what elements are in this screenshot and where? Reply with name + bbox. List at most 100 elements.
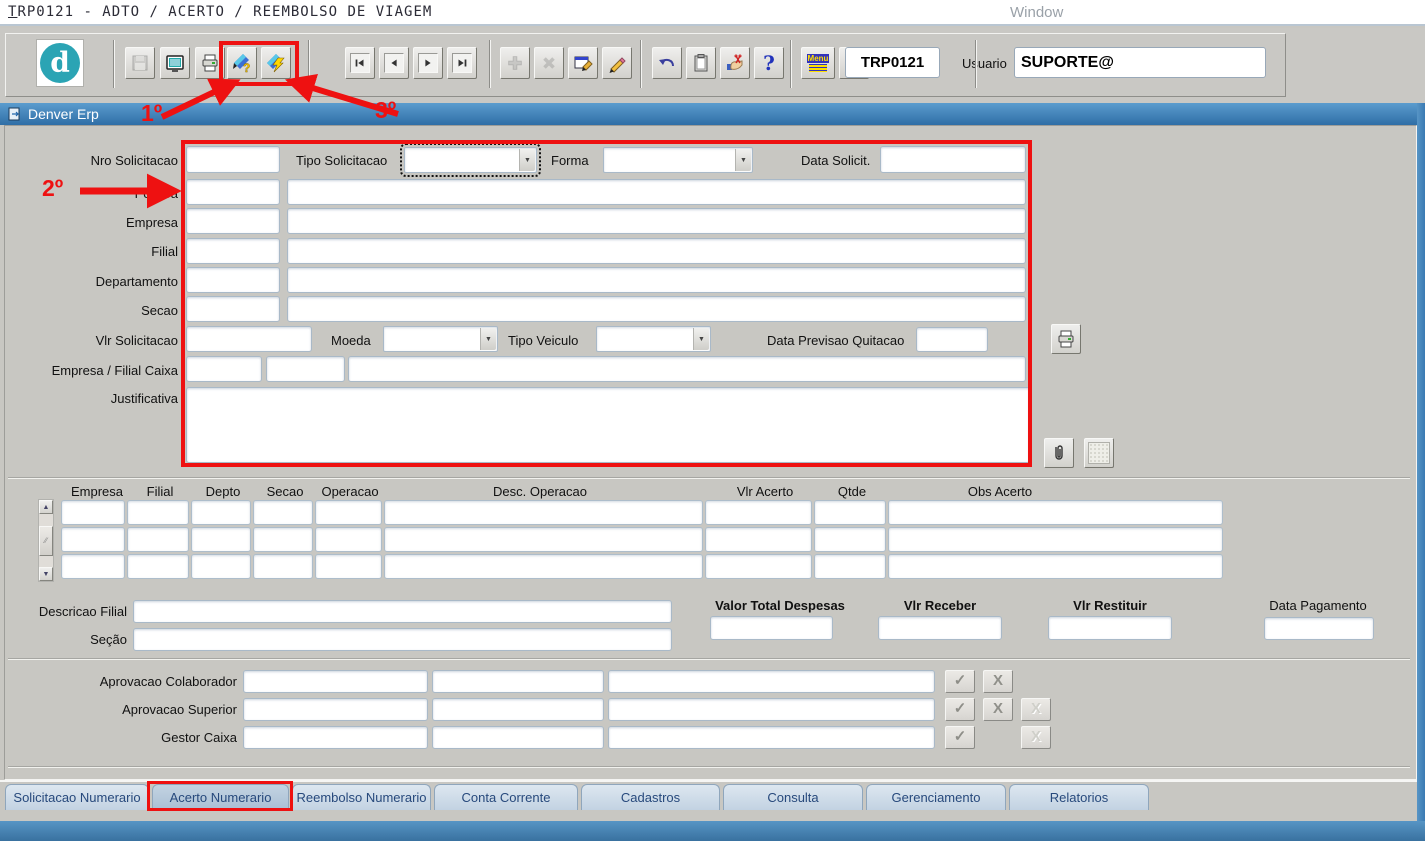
scroll-down-icon[interactable]: ▼ (39, 567, 53, 581)
data-pagamento-input[interactable] (1264, 617, 1374, 640)
secao-code-input[interactable] (186, 296, 280, 322)
data-previsao-quitacao-input[interactable] (916, 327, 988, 352)
tab-cadastros[interactable]: Cadastros (581, 784, 720, 810)
gestor-caixa-input-2[interactable] (432, 726, 604, 749)
grid-cell[interactable] (814, 527, 886, 552)
edit-window-button[interactable] (568, 47, 598, 79)
aprovacao-superior-input-3[interactable] (608, 698, 935, 721)
grid-cell[interactable] (384, 554, 703, 579)
gestor-cancel-button[interactable]: X (1021, 726, 1051, 749)
insert-record-button[interactable] (500, 47, 530, 79)
vlr-receber-input[interactable] (878, 616, 1002, 640)
aprovacao-superior-input-1[interactable] (243, 698, 428, 721)
filial-desc-input[interactable] (287, 238, 1026, 264)
print-request-button[interactable] (1051, 324, 1081, 354)
gestor-caixa-input-1[interactable] (243, 726, 428, 749)
filial-code-input[interactable] (186, 238, 280, 264)
aprovacao-colaborador-input-1[interactable] (243, 670, 428, 693)
print-button[interactable] (195, 47, 225, 79)
grid-cell[interactable] (705, 500, 812, 525)
colaborador-approve-button[interactable]: ✓ (945, 670, 975, 693)
grid-cell[interactable] (315, 527, 382, 552)
save-button[interactable] (125, 47, 155, 79)
aprovacao-colaborador-input-2[interactable] (432, 670, 604, 693)
grid-cell[interactable] (384, 527, 703, 552)
aprovacao-superior-input-2[interactable] (432, 698, 604, 721)
vlr-restituir-input[interactable] (1048, 616, 1172, 640)
tab-conta-corrente[interactable]: Conta Corrente (434, 784, 578, 810)
tab-reembolso-numerario[interactable]: Reembolso Numerario (292, 784, 431, 810)
delete-record-button[interactable] (534, 47, 564, 79)
tab-gerenciamento[interactable]: Gerenciamento (866, 784, 1006, 810)
menu-button[interactable]: Menu (801, 47, 835, 79)
grid-cell[interactable] (888, 500, 1223, 525)
enter-query-button[interactable]: ? (227, 47, 257, 79)
pencil-button[interactable] (602, 47, 632, 79)
grid-cell[interactable] (384, 500, 703, 525)
grid-cell[interactable] (127, 554, 189, 579)
first-record-button[interactable] (345, 47, 375, 79)
grid-cell[interactable] (61, 500, 125, 525)
justificativa-textarea[interactable] (186, 387, 1030, 463)
grid-cell[interactable] (315, 554, 382, 579)
superior-approve-button[interactable]: ✓ (945, 698, 975, 721)
data-solicit-input[interactable] (880, 146, 1026, 173)
aprovacao-colaborador-input-3[interactable] (608, 670, 935, 693)
grid-cell[interactable] (814, 554, 886, 579)
grid-cell[interactable] (705, 554, 812, 579)
gestor-approve-button[interactable]: ✓ (945, 726, 975, 749)
grid-cell[interactable] (191, 527, 251, 552)
screen-button[interactable] (160, 47, 190, 79)
grid-cell[interactable] (127, 527, 189, 552)
filial-caixa-input[interactable] (266, 356, 345, 382)
grid-cell[interactable] (253, 554, 313, 579)
tab-acerto-numerario[interactable]: Acerto Numerario (152, 784, 289, 810)
empresa-code-input[interactable] (186, 208, 280, 234)
gestor-caixa-input-3[interactable] (608, 726, 935, 749)
valor-total-despesas-input[interactable] (710, 616, 833, 640)
empresa-caixa-input[interactable] (186, 356, 262, 382)
tipo-veiculo-select[interactable]: ▼ (596, 326, 711, 352)
descricao-filial-input[interactable] (133, 600, 672, 623)
grid-cell[interactable] (191, 500, 251, 525)
nro-solicitacao-input[interactable] (186, 146, 280, 173)
tab-solicitacao-numerario[interactable]: Solicitacao Numerario (5, 784, 149, 810)
grid-cell[interactable] (253, 500, 313, 525)
grid-cell[interactable] (191, 554, 251, 579)
grid-cell[interactable] (888, 527, 1223, 552)
grid-scrollbar[interactable]: ▲ ∕∕ ▼ (38, 499, 54, 582)
caixa-desc-input[interactable] (348, 356, 1026, 382)
execute-query-button[interactable] (261, 47, 291, 79)
forma-select[interactable]: ▼ (603, 147, 753, 173)
empresa-desc-input[interactable] (287, 208, 1026, 234)
cut-button[interactable] (720, 47, 750, 79)
secao-desc-input[interactable] (133, 628, 672, 651)
tab-consulta[interactable]: Consulta (723, 784, 863, 810)
help-button[interactable]: ? (754, 47, 784, 79)
next-record-button[interactable] (413, 47, 443, 79)
image-button[interactable] (1084, 438, 1114, 468)
previous-record-button[interactable] (379, 47, 409, 79)
departamento-desc-input[interactable] (287, 267, 1026, 293)
vlr-solicitacao-input[interactable] (186, 326, 312, 352)
window-menu[interactable]: Window (1010, 4, 1063, 21)
last-record-button[interactable] (447, 47, 477, 79)
secao-desc-input[interactable] (287, 296, 1026, 322)
attachment-button[interactable] (1044, 438, 1074, 468)
usuario-field[interactable]: SUPORTE@ (1014, 47, 1266, 78)
grid-cell[interactable] (61, 527, 125, 552)
tipo-solicitacao-select[interactable]: ▼ (404, 147, 537, 173)
superior-cancel-button[interactable]: X (1021, 698, 1051, 721)
grid-cell[interactable] (315, 500, 382, 525)
grid-cell[interactable] (253, 527, 313, 552)
scrollbar-thumb[interactable]: ∕∕ (39, 526, 53, 556)
grid-cell[interactable] (127, 500, 189, 525)
undo-button[interactable] (652, 47, 682, 79)
grid-cell[interactable] (888, 554, 1223, 579)
grid-cell[interactable] (705, 527, 812, 552)
tab-relatorios[interactable]: Relatorios (1009, 784, 1149, 810)
departamento-code-input[interactable] (186, 267, 280, 293)
clipboard-button[interactable] (686, 47, 716, 79)
scroll-up-icon[interactable]: ▲ (39, 500, 53, 514)
pessoa-desc-input[interactable] (287, 179, 1026, 205)
